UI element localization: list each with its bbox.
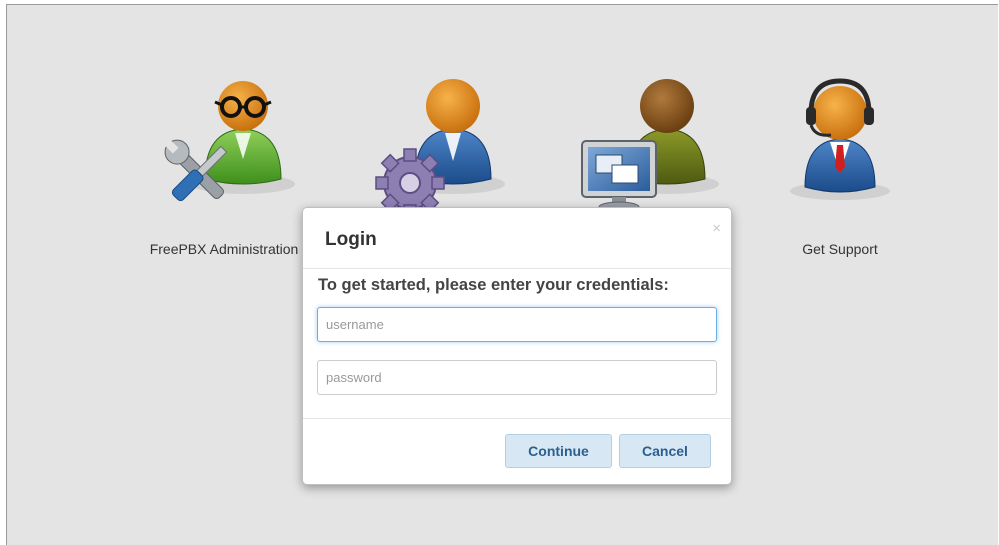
dialog-title: Login	[325, 229, 377, 250]
dialog-header: Login ×	[303, 208, 731, 269]
cancel-button[interactable]: Cancel	[619, 434, 711, 468]
user-panel-icon	[581, 79, 719, 213]
continue-button[interactable]: Continue	[505, 434, 612, 468]
user-settings-icon	[375, 79, 505, 218]
login-prompt: To get started, please enter your creden…	[318, 276, 669, 294]
tile-get-support[interactable]: Get Support	[745, 69, 935, 269]
close-icon[interactable]: ×	[712, 220, 721, 237]
support-headset-icon	[790, 78, 890, 200]
tile-freepbx-administration[interactable]: FreePBX Administration	[129, 69, 319, 269]
dialog-divider	[303, 418, 731, 419]
password-input[interactable]	[317, 360, 717, 395]
login-dialog: Login × To get started, please enter you…	[302, 207, 732, 485]
tile-label: FreePBX Administration	[149, 241, 299, 257]
admin-tools-icon	[162, 81, 295, 202]
tile-label: Get Support	[802, 241, 878, 257]
username-input[interactable]	[317, 307, 717, 342]
